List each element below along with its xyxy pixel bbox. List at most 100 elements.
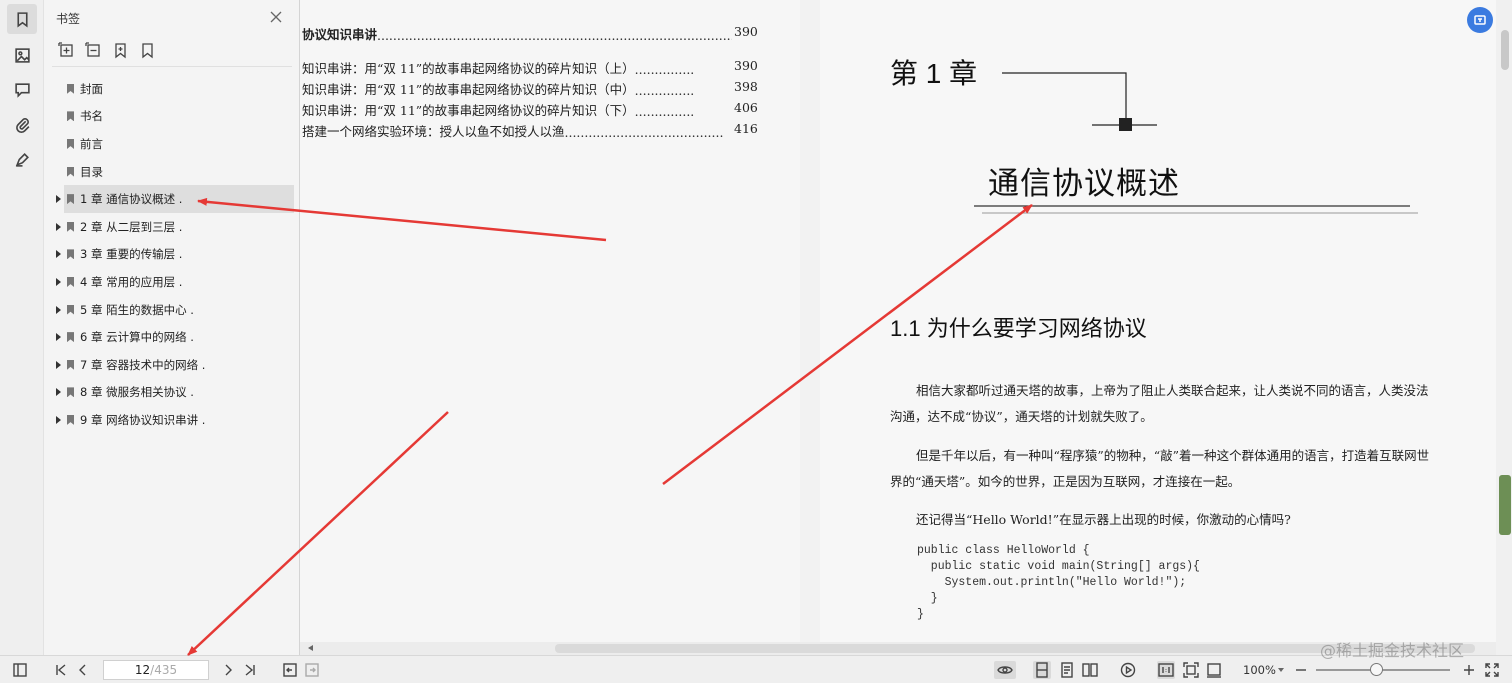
expand-arrow-icon[interactable]: [56, 305, 61, 314]
bookmark-label: 8 章 微服务相关协议 .: [80, 385, 194, 400]
bookmark-flag-icon: [67, 332, 74, 343]
fit-width-button[interactable]: [1205, 661, 1223, 679]
bookmark-item[interactable]: 书名: [44, 103, 300, 131]
toc-page-number: 390: [734, 24, 758, 39]
bookmark-flag-icon: [67, 111, 74, 122]
bookmark-item[interactable]: 7 章 容器技术中的网络 .: [44, 351, 300, 379]
signature-panel-button[interactable]: [7, 144, 37, 174]
bookmark-item[interactable]: 目录: [44, 158, 300, 186]
assistant-button[interactable]: [1467, 7, 1493, 33]
expand-arrow-icon[interactable]: [56, 250, 61, 259]
zoom-in-button[interactable]: [1460, 661, 1478, 679]
bookmark-item[interactable]: 2 章 从二层到三层 .: [44, 213, 300, 241]
bookmark-add-icon: [115, 43, 126, 59]
two-page-button[interactable]: [1081, 661, 1099, 679]
toc-entry[interactable]: 知识串讲：用“双 11”的故事串起网络协议的碎片知识（中）...........…: [302, 79, 758, 98]
toc-entry-text: 协议知识串讲: [302, 27, 378, 42]
bookmark-item[interactable]: 3 章 重要的传输层 .: [44, 241, 300, 269]
next-page-button[interactable]: [219, 661, 237, 679]
expand-arrow-icon[interactable]: [56, 277, 61, 286]
bookmark-panel-button[interactable]: [7, 4, 37, 34]
toc-entry[interactable]: 协议知识串讲..................................…: [302, 24, 758, 43]
bookmark-item[interactable]: 1 章 通信协议概述 .: [44, 185, 300, 213]
divider: [52, 66, 292, 67]
zoom-level[interactable]: 100%: [1243, 663, 1276, 677]
bookmark-item[interactable]: 前言: [44, 130, 300, 158]
bookmark-item[interactable]: 9 章 网络协议知识串讲 .: [44, 406, 300, 434]
toc-page: 协议知识串讲..................................…: [300, 0, 800, 642]
scroll-left-arrow-icon[interactable]: [308, 645, 313, 651]
toc-leader: ...............: [634, 62, 695, 77]
toc-leader: ........................................: [564, 125, 724, 140]
zoom-dropdown-chevron-down-icon[interactable]: [1278, 668, 1284, 672]
zoom-out-button[interactable]: [1292, 661, 1310, 679]
bookmark-flag-icon: [67, 249, 74, 260]
collapse-all-button[interactable]: [85, 42, 102, 59]
fit-page-button[interactable]: [1182, 661, 1200, 679]
bookmark-flag-icon: [67, 221, 74, 232]
toc-entry[interactable]: 知识串讲：用“双 11”的故事串起网络协议的碎片知识（下）...........…: [302, 100, 758, 119]
previous-page-button[interactable]: [74, 661, 92, 679]
first-page-button[interactable]: [52, 661, 70, 679]
chevron-left-icon: [79, 664, 86, 676]
attachment-panel-button[interactable]: [7, 109, 37, 139]
expand-arrow-icon[interactable]: [56, 415, 61, 424]
bookmark-flag-icon: [67, 359, 74, 370]
actual-size-button[interactable]: [1157, 661, 1175, 679]
zoom-slider-handle[interactable]: [1370, 663, 1384, 676]
chevron-right-icon: [225, 664, 232, 676]
continuous-scroll-button[interactable]: [1033, 661, 1051, 679]
add-bookmark-button[interactable]: [112, 42, 129, 59]
bookmark-item[interactable]: 封面: [44, 75, 300, 103]
toc-entry-text: 知识串讲：用“双 11”的故事串起网络协议的碎片知识（上）: [302, 61, 635, 76]
current-page: 12: [134, 663, 151, 677]
vertical-scrollbar[interactable]: [1497, 0, 1512, 655]
toc-page-number: 416: [734, 121, 758, 136]
minus-icon: [1296, 669, 1306, 671]
bookmark-options-button[interactable]: [139, 42, 156, 59]
panel-title: 书签: [56, 12, 81, 26]
vertical-scroll-thumb[interactable]: [1501, 30, 1509, 70]
toc-entry[interactable]: 知识串讲：用“双 11”的故事串起网络协议的碎片知识（上）...........…: [302, 58, 758, 77]
expand-arrow-icon[interactable]: [56, 360, 61, 369]
autoplay-button[interactable]: [1119, 661, 1137, 679]
comment-panel-button[interactable]: [7, 74, 37, 104]
section-title: 1.1 为什么要学习网络协议: [890, 316, 1147, 341]
toc-entry-text: 搭建一个网络实验环境：授人以鱼不如授人以渔: [302, 124, 565, 139]
back-icon: [283, 663, 297, 677]
title-underline: [974, 205, 1418, 214]
back-button[interactable]: [281, 661, 299, 679]
single-page-button[interactable]: [1058, 661, 1076, 679]
horizontal-scrollbar[interactable]: [300, 642, 1496, 655]
expand-arrow-icon[interactable]: [56, 388, 61, 397]
expand-arrow-icon[interactable]: [56, 195, 61, 204]
thumbnail-panel-button[interactable]: [7, 40, 37, 70]
document-view[interactable]: 协议知识串讲..................................…: [300, 0, 1496, 642]
bookmark-label: 书名: [80, 109, 103, 124]
bookmark-item[interactable]: 8 章 微服务相关协议 .: [44, 379, 300, 407]
forward-button[interactable]: [303, 661, 321, 679]
single-page-icon: [1061, 662, 1073, 678]
expand-arrow-icon[interactable]: [56, 333, 61, 342]
collapse-all-icon: [85, 42, 100, 57]
fullscreen-button[interactable]: [1483, 661, 1501, 679]
toc-entry[interactable]: 搭建一个网络实验环境：授人以鱼不如授人以渔...................…: [302, 121, 758, 140]
bookmark-item[interactable]: 6 章 云计算中的网络 .: [44, 323, 300, 351]
eye-protection-button[interactable]: [994, 661, 1016, 679]
bookmark-item[interactable]: 4 章 常用的应用层 .: [44, 268, 300, 296]
expand-all-button[interactable]: [58, 42, 75, 59]
expand-arrow-icon[interactable]: [56, 222, 61, 231]
page-number-input[interactable]: 12/435: [103, 660, 209, 680]
bookmark-item[interactable]: 5 章 陌生的数据中心 .: [44, 296, 300, 324]
panel-close-button[interactable]: [269, 9, 283, 23]
bookmark-flag-icon: [67, 387, 74, 398]
bookmark-icon: [16, 11, 28, 27]
sidebar-icon: [13, 663, 27, 677]
toggle-sidebar-button[interactable]: [11, 661, 29, 679]
toc-leader: ...............: [634, 83, 695, 98]
fit-width-icon: [1207, 663, 1221, 678]
last-page-button[interactable]: [241, 661, 259, 679]
side-handle[interactable]: [1499, 475, 1511, 535]
translate-icon: [1474, 15, 1486, 25]
watermark: @稀土掘金技术社区: [1320, 641, 1465, 660]
